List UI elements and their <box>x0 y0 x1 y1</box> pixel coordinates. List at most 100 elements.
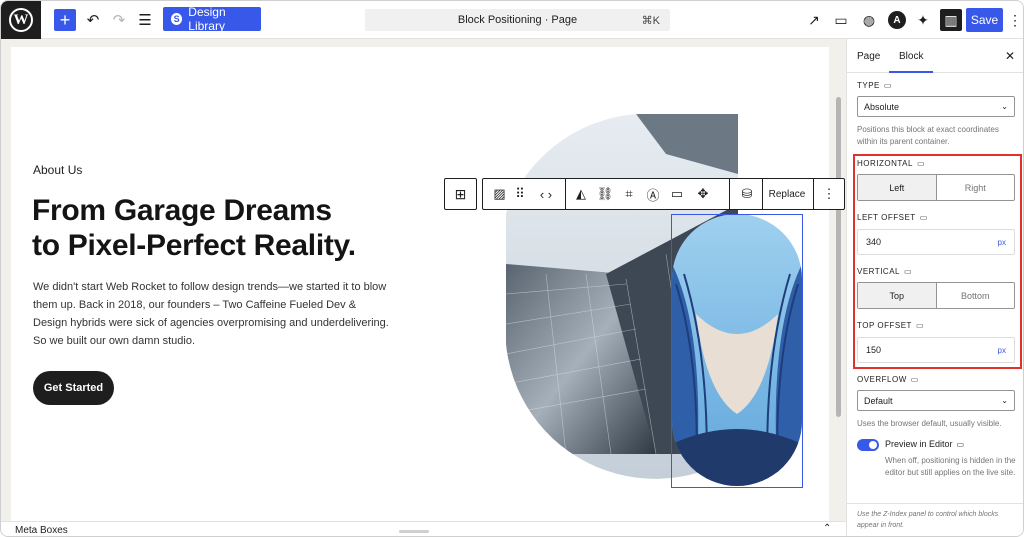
overflow-section-label: OVERFLOW ▭ <box>857 375 919 384</box>
eyebrow-text[interactable]: About Us <box>33 163 82 177</box>
select-parent-block-button[interactable]: ⊞ <box>444 178 477 210</box>
preview-device-button[interactable]: ▭ <box>831 9 851 31</box>
horizontal-right-option[interactable]: Right <box>937 175 1015 200</box>
move-icon: ✥ <box>697 186 709 201</box>
sidebar-tabs: Page Block ✕ <box>847 39 1023 73</box>
resize-handle[interactable] <box>399 530 429 533</box>
undo-icon: ↶ <box>86 12 100 29</box>
page-heading[interactable]: From Garage Dreams to Pixel-Perfect Real… <box>32 193 422 263</box>
top-offset-section-label: TOP OFFSET ▭ <box>857 321 924 330</box>
document-title: Block Positioning · Page <box>457 14 578 26</box>
tab-block[interactable]: Block <box>899 51 923 62</box>
body-paragraph[interactable]: We didn't start Web Rocket to follow des… <box>33 278 393 350</box>
translate-button[interactable]: ◍ <box>859 9 879 31</box>
sparkle-icon: ✦ <box>917 11 929 28</box>
desktop-icon[interactable]: ▭ <box>904 267 912 276</box>
preview-help-text: When off, positioning is hidden in the e… <box>885 456 1016 477</box>
desktop-icon[interactable]: ▭ <box>884 81 892 90</box>
move-arrows-button[interactable]: ‹ › <box>531 179 561 209</box>
block-options-button[interactable]: ⋮ <box>814 179 844 209</box>
settings-sidebar-toggle[interactable]: ▥ <box>940 9 962 31</box>
chevron-down-icon: ⌄ <box>1001 396 1008 405</box>
wordpress-logo-icon[interactable]: W <box>1 1 41 39</box>
text-over-image-button[interactable]: Ⓐ <box>641 179 665 209</box>
image-icon: ▨ <box>493 186 506 201</box>
settings-sidebar: Page Block ✕ TYPE ▭ Absolute ⌄ Positions t… <box>846 39 1023 536</box>
position-button[interactable]: ✥ <box>691 179 715 209</box>
top-offset-unit[interactable]: px <box>998 346 1006 355</box>
view-page-button[interactable]: ↗ <box>804 9 824 31</box>
desktop-icon[interactable]: ▭ <box>920 213 928 222</box>
toolbar-separator <box>729 179 730 209</box>
options-menu-button[interactable]: ⋮ <box>1008 9 1022 31</box>
save-button[interactable]: Save <box>966 8 1003 32</box>
selected-block-outline[interactable] <box>671 214 803 488</box>
heading-line-2: to Pixel-Perfect Reality. <box>32 229 356 262</box>
astra-settings-button[interactable]: A <box>888 11 906 29</box>
duotone-button[interactable]: ◭ <box>569 179 593 209</box>
dynamic-data-button[interactable]: ⛁ <box>733 179 761 209</box>
chevron-up-icon[interactable]: ⌃ <box>823 523 831 534</box>
horizontal-section-label: HORIZONTAL ▭ <box>857 159 925 168</box>
z-index-note: Use the Z-Index panel to control which b… <box>857 511 999 529</box>
list-view-button[interactable]: ☰ <box>135 9 155 31</box>
heading-line-1: From Garage Dreams <box>32 194 332 227</box>
preview-in-editor-toggle[interactable] <box>857 439 879 451</box>
type-select[interactable]: Absolute ⌄ <box>857 96 1015 117</box>
desktop-icon[interactable]: ▭ <box>916 321 924 330</box>
drag-handle[interactable]: ⠿ <box>511 179 529 209</box>
left-offset-unit[interactable]: px <box>998 238 1006 247</box>
text-icon: Ⓐ <box>646 187 660 203</box>
canvas-scrollbar[interactable] <box>836 97 841 417</box>
grid-icon: ⊞ <box>454 185 467 202</box>
duotone-icon: ◭ <box>576 186 586 201</box>
external-link-icon: ↗ <box>808 11 820 28</box>
add-block-button[interactable]: + <box>54 9 76 31</box>
vertical-top-option[interactable]: Top <box>858 283 937 308</box>
get-started-button[interactable]: Get Started <box>33 371 114 405</box>
desktop-icon[interactable]: ▭ <box>911 375 919 384</box>
more-vertical-icon: ⋮ <box>822 186 836 201</box>
chevron-down-icon: ⌄ <box>1001 102 1008 111</box>
crop-icon: ⌗ <box>625 186 633 201</box>
desktop-icon[interactable]: ▭ <box>917 159 925 168</box>
chevrons-icon: ‹ › <box>539 186 553 202</box>
sidebar-divider <box>847 503 1023 504</box>
horizontal-left-option[interactable]: Left <box>858 175 937 200</box>
horizontal-label: HORIZONTAL <box>857 159 913 168</box>
type-label: TYPE <box>857 81 880 90</box>
type-help-text: Positions this block at exact coordinate… <box>857 125 999 146</box>
crop-button[interactable]: ⌗ <box>617 179 641 209</box>
left-offset-input[interactable]: 340 px <box>857 229 1015 255</box>
redo-icon: ↷ <box>112 12 126 29</box>
vertical-bottom-option[interactable]: Bottom <box>937 283 1015 308</box>
sidebar-icon: ▥ <box>944 11 958 28</box>
link-button[interactable]: ⛓ <box>593 179 617 209</box>
vertical-section-label: VERTICAL ▭ <box>857 267 912 276</box>
plus-icon: + <box>59 9 71 30</box>
top-offset-input[interactable]: 150 px <box>857 337 1015 363</box>
close-sidebar-button[interactable]: ✕ <box>1005 49 1015 63</box>
overflow-help-text: Uses the browser default, usually visibl… <box>857 419 1002 428</box>
desktop-icon[interactable]: ▭ <box>957 440 965 449</box>
more-vertical-icon: ⋮ <box>1008 11 1022 28</box>
undo-button[interactable]: ↶ <box>83 9 103 31</box>
command-palette-button[interactable]: Block Positioning · Page ⌘K <box>365 9 670 31</box>
overflow-select[interactable]: Default ⌄ <box>857 390 1015 411</box>
preview-in-editor-label: Preview in Editor ▭ <box>885 439 964 449</box>
replace-button[interactable]: Replace <box>763 179 811 209</box>
design-library-button[interactable]: S Design Library <box>163 5 261 33</box>
block-toolbar: ▨ ⠿ ‹ › ◭ ⛓ ⌗ Ⓐ ▭ ✥ ⛁ Replace ⋮ <box>482 178 845 210</box>
command-shortcut: ⌘K <box>641 14 660 27</box>
link-icon: ⛓ <box>596 186 614 201</box>
ai-assistant-button[interactable]: ✦ <box>913 9 933 31</box>
globe-icon: ◍ <box>862 11 876 28</box>
meta-boxes-panel[interactable]: Meta Boxes ⌃ <box>1 521 846 536</box>
tab-page[interactable]: Page <box>857 51 880 62</box>
astra-icon: A <box>893 14 901 26</box>
desktop-icon: ▭ <box>834 11 848 28</box>
active-tab-indicator <box>889 71 933 73</box>
list-view-icon: ☰ <box>138 12 152 29</box>
caption-button[interactable]: ▭ <box>665 179 689 209</box>
redo-button[interactable]: ↷ <box>109 9 129 31</box>
